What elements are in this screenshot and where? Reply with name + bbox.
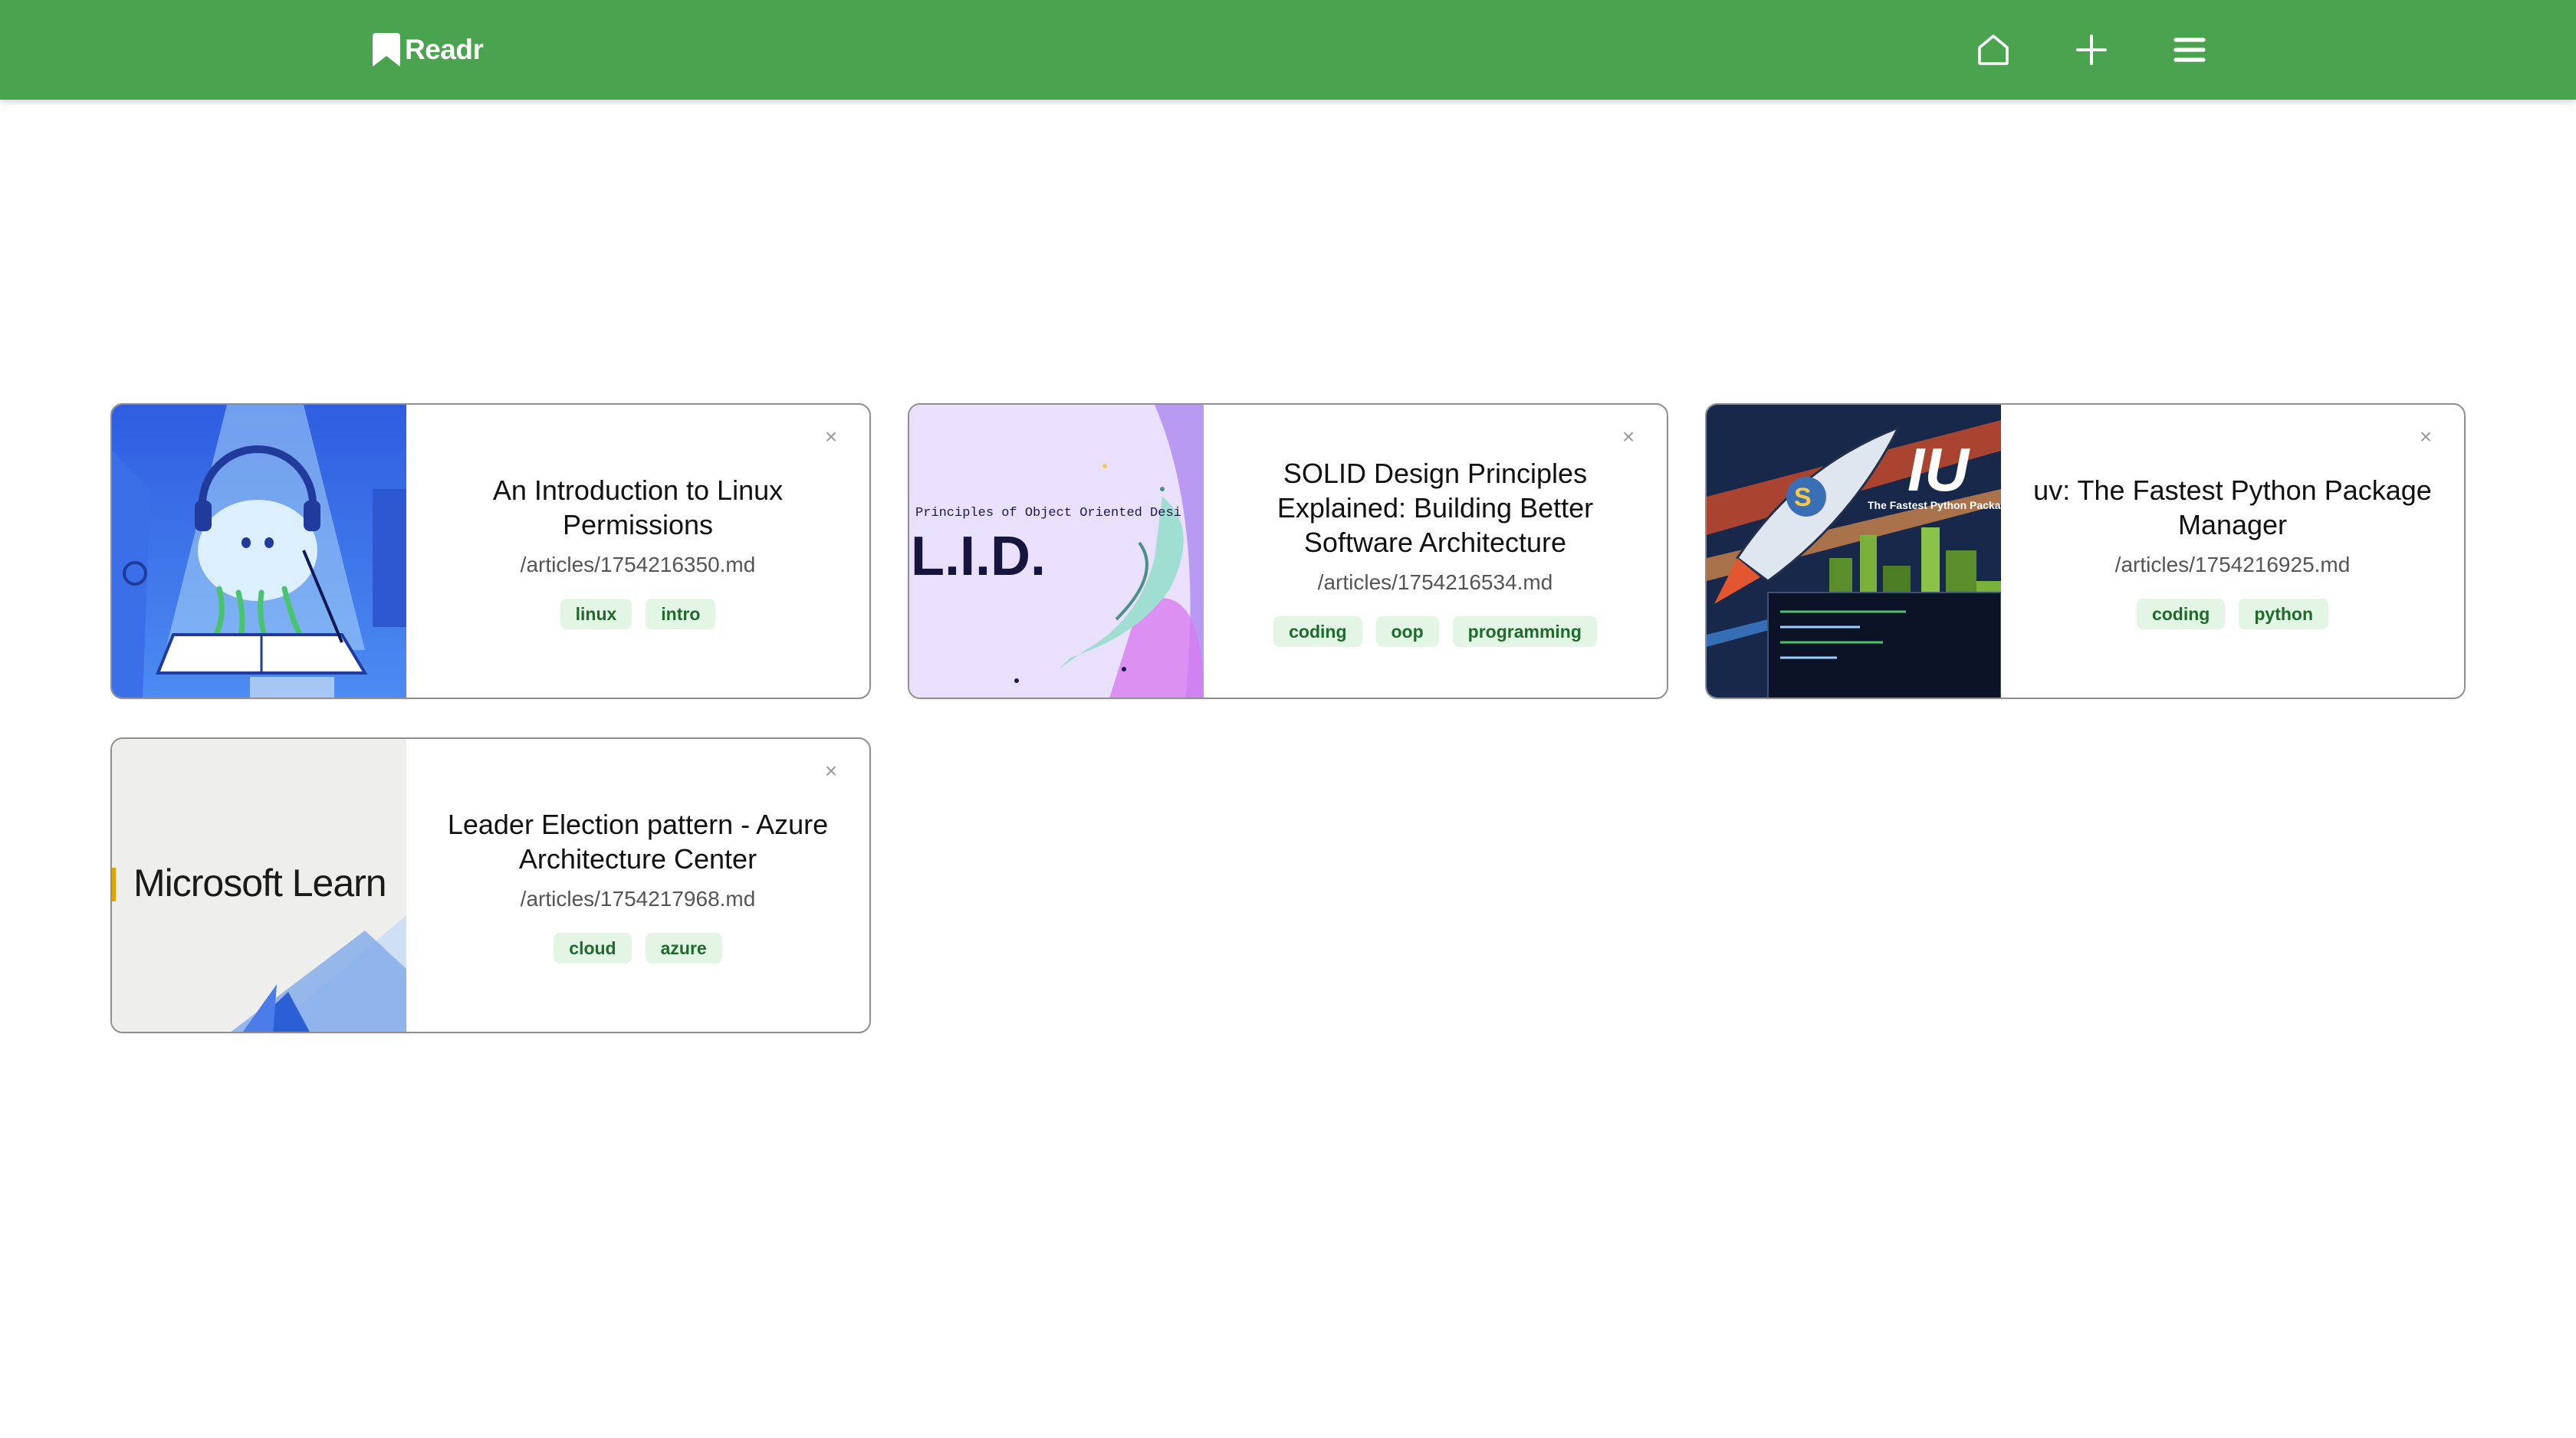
- thumbnail-text: IU: [1907, 435, 1970, 504]
- article-title[interactable]: SOLID Design Principles Explained: Build…: [1234, 456, 1636, 560]
- article-title[interactable]: uv: The Fastest Python Package Manager: [2032, 473, 2433, 542]
- hamburger-menu-icon: [2174, 38, 2206, 62]
- article-path: /articles/1754217968.md: [520, 887, 756, 911]
- thumbnail-subtext: Principles of Object Oriented Desi: [915, 506, 1181, 520]
- tag[interactable]: azure: [645, 933, 722, 964]
- delete-article-button[interactable]: ×: [820, 426, 842, 448]
- thumbnail-text: L.I.D.: [911, 526, 1046, 587]
- article-info: SOLID Design Principles Explained: Build…: [1204, 405, 1667, 698]
- tag[interactable]: programming: [1452, 616, 1597, 647]
- article-info: An Introduction to Linux Permissions /ar…: [406, 405, 869, 698]
- article-card[interactable]: Principles of Object Oriented Desi L.I.D…: [908, 403, 1668, 699]
- article-title[interactable]: Leader Election pattern - Azure Architec…: [437, 807, 839, 876]
- tag[interactable]: cloud: [554, 933, 632, 964]
- add-article-button[interactable]: [2071, 29, 2112, 71]
- article-title[interactable]: An Introduction to Linux Permissions: [437, 473, 839, 542]
- delete-article-button[interactable]: ×: [2415, 426, 2436, 448]
- delete-article-button[interactable]: ×: [1618, 426, 1639, 448]
- home-button[interactable]: [1973, 29, 2014, 71]
- article-thumbnail: Microsoft Learn: [112, 739, 406, 1032]
- thumbnail-subtext: The Fastest Python Packa: [1868, 499, 2001, 511]
- article-card[interactable]: S IU The Fastest Python Packa uv: The Fa…: [1705, 403, 2466, 699]
- tag[interactable]: python: [2239, 599, 2329, 629]
- top-navbar: Readr: [0, 0, 2576, 100]
- brand-logo-link[interactable]: Readr: [373, 32, 484, 67]
- tag-list: coding oop programming: [1273, 616, 1597, 647]
- article-thumbnail: Principles of Object Oriented Desi L.I.D…: [909, 405, 1204, 698]
- article-path: /articles/1754216925.md: [2114, 553, 2351, 576]
- tag-list: coding python: [2136, 599, 2329, 629]
- thumbnail-text: Microsoft Learn: [133, 862, 386, 904]
- article-thumbnail: [112, 405, 406, 698]
- article-card[interactable]: An Introduction to Linux Permissions /ar…: [110, 403, 871, 699]
- tag-list: linux intro: [560, 599, 716, 629]
- plus-icon: [2076, 34, 2107, 65]
- article-path: /articles/1754216534.md: [1317, 570, 1553, 594]
- article-info: Leader Election pattern - Azure Architec…: [406, 739, 869, 1032]
- tag[interactable]: intro: [646, 599, 716, 629]
- article-thumbnail: S IU The Fastest Python Packa: [1707, 405, 2001, 698]
- tag[interactable]: coding: [2136, 599, 2226, 629]
- brand-name: Readr: [405, 34, 484, 65]
- menu-button[interactable]: [2169, 29, 2210, 71]
- tag[interactable]: linux: [560, 599, 632, 629]
- tag[interactable]: oop: [1375, 616, 1439, 647]
- article-info: uv: The Fastest Python Package Manager /…: [2001, 405, 2464, 698]
- tag-list: cloud azure: [554, 933, 722, 964]
- svg-text:S: S: [1794, 483, 1812, 512]
- delete-article-button[interactable]: ×: [820, 760, 842, 782]
- tag[interactable]: coding: [1273, 616, 1362, 647]
- article-path: /articles/1754216350.md: [520, 553, 756, 576]
- bookmark-icon: [373, 33, 400, 67]
- home-icon: [1978, 34, 2009, 65]
- article-card[interactable]: Microsoft Learn Leader Election pattern …: [110, 737, 871, 1033]
